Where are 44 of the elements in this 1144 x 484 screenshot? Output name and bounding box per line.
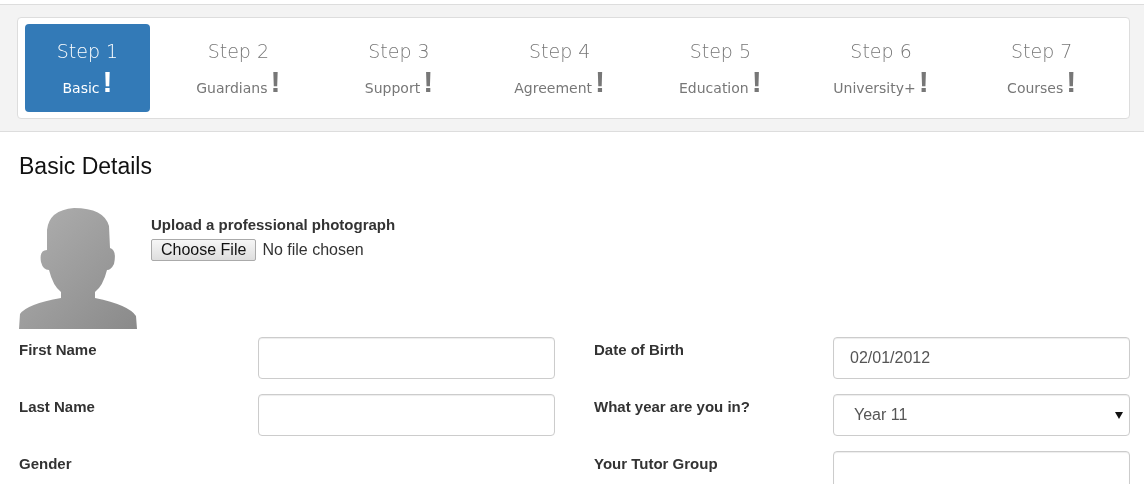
field-label: Your Tutor Group [594,454,718,472]
step-tab[interactable]: Step 2 Guardians! [158,24,319,112]
warning-mark: ! [751,67,762,97]
step-title: Step 3 [368,39,430,63]
step-tab[interactable]: Step 7 Courses! [961,24,1123,112]
text-field[interactable] [258,394,555,436]
warning-mark: ! [270,67,281,97]
step-title: Step 4 [529,39,591,63]
step-title: Step 6 [850,39,912,63]
step-tab[interactable]: Step 5 Education! [640,24,801,112]
field-label: Last Name [19,397,95,415]
field-label: First Name [19,340,97,358]
warning-mark: ! [595,67,606,97]
warning-mark: ! [918,67,929,97]
step-label: Courses [1007,79,1064,97]
step-tab[interactable]: Step 6 University+! [800,24,962,112]
section-heading: Basic Details [19,152,152,180]
field-label: What year are you in? [594,397,750,415]
step-label: Education [679,79,749,97]
field-label: Gender [19,454,72,472]
upload-label: Upload a professional photograph [151,216,396,233]
text-field[interactable] [258,337,555,379]
step-label: University+ [833,79,916,97]
step-tab[interactable]: Step 3 Support! [318,24,480,112]
step-title: Step 7 [1011,39,1073,63]
warning-mark: ! [102,67,113,97]
step-tab[interactable]: Step 4 Agreement! [479,24,640,112]
step-label: Agreement [514,79,593,97]
text-field[interactable]: 02/01/2012 [833,337,1130,379]
warning-mark: ! [423,67,434,97]
year-dropdown[interactable]: Year 11 [833,394,1130,436]
step-label: Support [364,79,421,97]
step-label: Basic [62,79,100,97]
caret-icon [1115,411,1123,419]
step-title: Step 2 [207,39,270,63]
field-label: Date of Birth [594,340,684,358]
text-field[interactable] [833,451,1130,484]
step-title: Step 5 [689,39,752,63]
step-label: Guardians [196,79,268,97]
warning-mark: ! [1066,67,1077,97]
file-status: No file chosen [262,241,364,259]
step-title: Step 1 [56,39,119,63]
choose-file-button[interactable]: Choose File [151,239,257,261]
step-tab[interactable]: Step 1 Basic! [25,24,150,112]
